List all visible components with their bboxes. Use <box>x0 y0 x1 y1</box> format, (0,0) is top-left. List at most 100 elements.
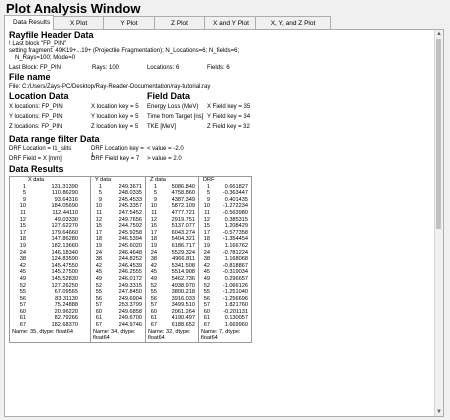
window-title: Plot Analysis Window <box>6 1 141 16</box>
value-list: 5086.840 4758.860 4387.349 5872.109 4777.721… <box>157 184 195 329</box>
row-index: 38 <box>150 256 157 263</box>
row-value: 127.26250 <box>51 282 78 289</box>
filter-gt-value: > value = 2.0 <box>147 156 182 162</box>
row-value: 249.3315 <box>118 282 142 289</box>
column-cells: 1 5 9 10 11 12 15 17 18 19 24 38 42 45 49 52 55 56 57 60 61 6… <box>12 184 88 329</box>
row-index: 11 <box>96 209 102 216</box>
column-footer: Name: 32, dtype: float64 <box>148 328 191 342</box>
row-index: 10 <box>203 203 210 210</box>
value-list: 131.31390 110.86290 93.64316 184.05690 112.4… <box>26 184 78 329</box>
row-value: 5341.508 <box>171 262 195 269</box>
row-index: 19 <box>19 242 26 249</box>
scroll-thumb[interactable] <box>436 39 441 229</box>
column-cells: 1 5 9 10 11 12 15 17 18 19 24 38 42 45 49 52 55 56 57 60 61 6… <box>93 184 143 329</box>
row-value: 5529.324 <box>171 249 195 256</box>
row-value: 6043.274 <box>171 229 195 236</box>
row-index: 15 <box>203 223 210 230</box>
row-index: 5 <box>98 190 102 197</box>
row-index: 5 <box>153 190 157 197</box>
row-value: 1.669960 <box>224 322 248 329</box>
row-value: 5514.908 <box>171 269 195 276</box>
field-key: Y Field key = 34 <box>207 114 251 120</box>
row-index: 67 <box>19 322 26 329</box>
row-value: 246.2555 <box>118 269 142 276</box>
value-list: 0.661827 -0.363447 0.401435 -1.272234 -0.563… <box>210 184 248 329</box>
tab-x-and-y-plot[interactable]: X and Y Plot <box>204 16 256 29</box>
row-index: 56 <box>95 295 102 302</box>
row-value: 145.47550 <box>51 262 78 269</box>
tab-data-results[interactable]: Data Results <box>4 15 54 30</box>
field-name: Time from Target [ns] <box>147 114 204 120</box>
row-index: 55 <box>19 289 26 296</box>
row-value: 4938.970 <box>171 282 195 289</box>
row-value: 244.9746 <box>118 322 142 329</box>
row-value: 244.8252 <box>118 256 142 263</box>
row-value: 0.661827 <box>224 183 248 190</box>
row-index: 42 <box>19 262 26 269</box>
row-index: 57 <box>95 302 102 309</box>
row-index: 12 <box>95 216 102 223</box>
row-index: 61 <box>95 315 102 322</box>
row-value: 145.52830 <box>51 275 78 282</box>
column-cells: 1 5 9 10 11 12 15 17 18 19 24 38 42 45 49 52 55 56 57 60 61 6… <box>148 184 196 329</box>
scroll-up-icon[interactable]: ▲ <box>435 30 443 38</box>
tab-x-plot[interactable]: X Plot <box>53 16 104 29</box>
vertical-scrollbar[interactable]: ▲ ▼ <box>434 30 443 416</box>
row-value: 83.31130 <box>55 295 78 302</box>
location-key: Z location key = 5 <box>91 124 139 130</box>
results-column-x: X data 1 5 9 10 11 12 15 17 18 19 24 38 42 45 49 52 55 56… <box>9 176 91 343</box>
row-index: 45 <box>19 269 26 276</box>
row-index: 60 <box>95 308 102 315</box>
row-value: 246.5394 <box>118 236 142 243</box>
index-list: 1 5 9 10 11 12 15 17 18 19 24 38 42 45 49 52 55 56 57 60 61 6… <box>12 184 26 329</box>
row-value: 75.24888 <box>54 302 78 309</box>
row-value: 5086.840 <box>171 183 195 190</box>
row-index: 10 <box>19 203 26 210</box>
row-index: 52 <box>150 282 157 289</box>
row-value: 245.3357 <box>118 203 142 210</box>
row-index: 1 <box>206 183 210 190</box>
row-index: 10 <box>150 203 157 210</box>
row-index: 60 <box>150 308 157 315</box>
row-index: 67 <box>150 322 157 329</box>
filter-field: DRF Field = X [mm] <box>9 156 62 162</box>
tab-z-plot[interactable]: Z Plot <box>154 16 205 29</box>
row-value: 49.03330 <box>54 216 78 223</box>
row-index: 15 <box>19 223 26 230</box>
column-footer: Name: 35, dtype: float64 <box>12 328 73 335</box>
row-index: 17 <box>19 229 26 236</box>
rayfile-line: N_Rays=100; Mode=0 <box>15 55 76 61</box>
filter-field-key: DRF Field key = 7 <box>91 156 140 162</box>
row-index: 12 <box>203 216 210 223</box>
row-value: 2919.751 <box>171 216 195 223</box>
tab-y-plot[interactable]: Y Plot <box>103 16 155 29</box>
row-index: 57 <box>19 302 26 309</box>
row-value: -1.272234 <box>222 203 248 210</box>
column-header: Z data <box>150 177 166 183</box>
row-value: 3800.218 <box>171 289 195 296</box>
row-index: 17 <box>95 229 102 236</box>
location-field-row: X locations: FP_PIN X location key = 5 E… <box>9 104 433 114</box>
row-value: 127.62270 <box>51 223 78 230</box>
row-index: 18 <box>19 236 26 243</box>
row-value: 6186.717 <box>171 242 195 249</box>
row-value: 5137.077 <box>171 223 195 230</box>
column-header: Y data <box>95 177 112 183</box>
row-value: 2061.264 <box>171 308 195 315</box>
scroll-down-icon[interactable]: ▼ <box>435 408 443 416</box>
tab-bar: Data Results X Plot Y Plot Z Plot X and … <box>4 15 331 30</box>
tab-xyz-plot[interactable]: X, Y, and Z Plot <box>255 16 331 29</box>
row-index: 67 <box>203 322 210 329</box>
row-value: 3916.033 <box>171 295 195 302</box>
row-index: 56 <box>19 295 26 302</box>
filter-heading: Data range filter Data <box>9 134 100 144</box>
filter-row: DRF Location = I1_slits DRF Location key… <box>9 146 433 159</box>
row-value: 3499.510 <box>171 302 195 309</box>
results-content: Rayfile Header Data ! Last block "FP_PIN… <box>9 30 433 416</box>
row-index: 45 <box>95 269 102 276</box>
row-index: 24 <box>19 249 26 256</box>
location-data: Location Data <box>9 91 147 102</box>
row-index: 18 <box>95 236 102 243</box>
value-list: 249.3671 248.0335 245.4533 245.3357 247.5452… <box>102 184 142 329</box>
location-field-row: Z locations: FP_PIN Z location key = 5 T… <box>9 124 433 134</box>
